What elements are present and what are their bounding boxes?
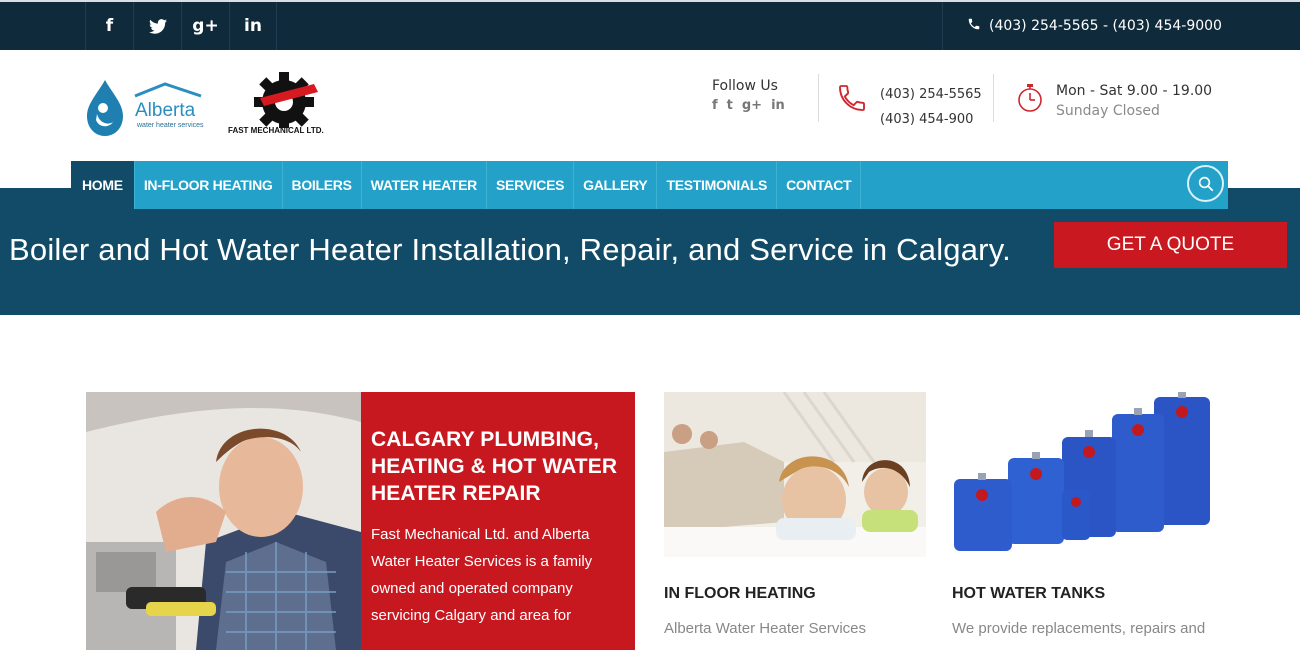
fast-mechanical-logo[interactable]: FAST MECHANICAL LTD. — [226, 72, 346, 140]
facebook-icon[interactable]: f — [85, 2, 133, 50]
business-hours: Mon - Sat 9.00 - 19.00 Sunday Closed — [1056, 81, 1212, 121]
top-phone[interactable]: (403) 254-5565 - (403) 454-9000 — [942, 2, 1300, 50]
card-title[interactable]: IN FLOOR HEATING — [664, 585, 926, 603]
social-links: f g+ in — [85, 2, 277, 50]
twitter-icon[interactable] — [133, 2, 181, 50]
feature-panel: CALGARY PLUMBING, HEATING & HOT WATER HE… — [361, 392, 635, 650]
nav-testimonials[interactable]: TESTIMONIALS — [657, 161, 778, 209]
linkedin-icon[interactable]: in — [229, 2, 277, 50]
header-phone-1[interactable]: (403) 254-5565 — [880, 82, 982, 107]
service-card-in-floor-heating[interactable]: IN FLOOR HEATING Alberta Water Heater Se… — [664, 392, 926, 637]
family-floor-photo — [664, 392, 926, 557]
facebook-icon[interactable]: f — [712, 98, 718, 113]
nav-services[interactable]: SERVICES — [487, 161, 575, 209]
nav-contact[interactable]: CONTACT — [777, 161, 862, 209]
plumber-photo — [86, 392, 361, 650]
alberta-logo-tagline: water heater services — [137, 122, 204, 129]
twitter-icon[interactable]: t — [727, 98, 733, 113]
header-phone-2[interactable]: (403) 454-900 — [880, 107, 982, 132]
nav-water-heater[interactable]: WATER HEATER — [362, 161, 487, 209]
linkedin-icon[interactable]: in — [771, 98, 785, 113]
water-tanks-photo — [952, 392, 1214, 557]
nav-gallery[interactable]: GALLERY — [574, 161, 658, 209]
hero-tagline: Boiler and Hot Water Heater Installation… — [9, 232, 1011, 267]
stopwatch-icon — [1015, 82, 1045, 118]
main-nav: HOME IN-FLOOR HEATING BOILERS WATER HEAT… — [71, 161, 1228, 209]
top-phone-text: (403) 254-5565 - (403) 454-9000 — [989, 18, 1222, 34]
divider — [818, 74, 819, 122]
phone-icon — [967, 17, 981, 35]
phone-handset-icon — [836, 82, 868, 118]
follow-icons: f t g+ in — [712, 98, 785, 113]
feature-body: Fast Mechanical Ltd. and Alberta Water H… — [371, 526, 593, 624]
follow-us: Follow Us f t g+ in — [712, 78, 785, 113]
feature-title: CALGARY PLUMBING, HEATING & HOT WATER HE… — [371, 428, 618, 505]
card-body: We provide replacements, repairs and — [952, 620, 1206, 637]
service-card-hot-water-tanks[interactable]: HOT WATER TANKS We provide replacements,… — [952, 392, 1214, 637]
hours-weekdays: Mon - Sat 9.00 - 19.00 — [1056, 83, 1213, 99]
card-body: Alberta Water Heater Services — [664, 620, 867, 637]
alberta-logo[interactable]: Alberta water heater services — [85, 78, 210, 138]
follow-us-label: Follow Us — [712, 78, 778, 94]
hours-sunday: Sunday Closed — [1056, 103, 1160, 119]
google-plus-icon[interactable]: g+ — [181, 2, 229, 50]
top-bar: f g+ in (403) 254-5565 - (403) 454-9000 — [0, 0, 1300, 50]
card-title[interactable]: HOT WATER TANKS — [952, 585, 1214, 603]
divider — [993, 74, 994, 122]
search-icon — [1198, 176, 1213, 191]
nav-in-floor-heating[interactable]: IN-FLOOR HEATING — [135, 161, 283, 209]
fast-mechanical-logo-text: FAST MECHANICAL LTD. — [228, 126, 324, 135]
get-a-quote-button[interactable]: GET A QUOTE — [1054, 222, 1287, 268]
twitter-bird-icon — [148, 18, 167, 34]
search-button[interactable] — [1187, 165, 1224, 202]
header-phones: (403) 254-5565 (403) 454-900 — [880, 82, 982, 132]
google-plus-icon[interactable]: g+ — [742, 98, 762, 113]
nav-home[interactable]: HOME — [71, 161, 135, 209]
alberta-logo-text: Alberta — [135, 100, 196, 121]
gear-logo-icon — [254, 72, 318, 132]
nav-boilers[interactable]: BOILERS — [283, 161, 362, 209]
